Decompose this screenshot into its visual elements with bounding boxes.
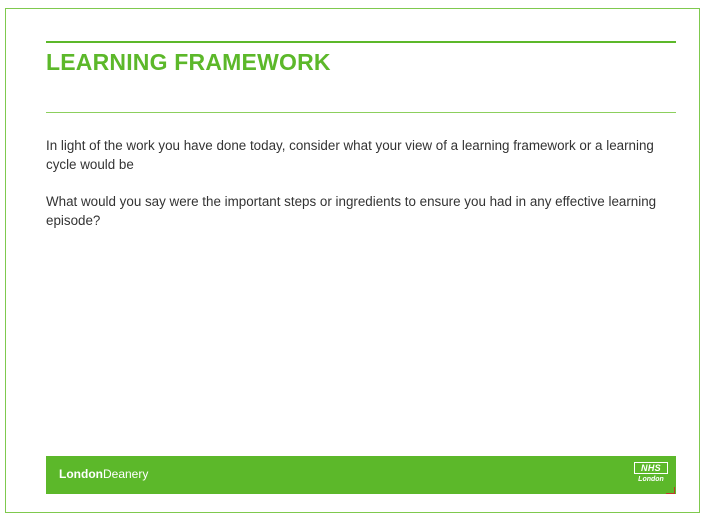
- body-paragraph-1: In light of the work you have done today…: [46, 138, 654, 172]
- nhs-london-logo: NHS London: [634, 462, 668, 485]
- corner-mark: [666, 487, 675, 494]
- top-divider: [46, 41, 676, 43]
- nhs-badge: NHS: [634, 462, 668, 474]
- logo-regular-text: Deanery: [102, 467, 149, 481]
- footer-bar: LondonDeanery NHS London: [46, 456, 676, 494]
- body-paragraph-2: What would you say were the important st…: [46, 194, 657, 228]
- slide-title: LEARNING FRAMEWORK: [46, 49, 331, 75]
- nhs-sub-text: London: [638, 476, 664, 483]
- slide-body: In light of the work you have done today…: [46, 136, 666, 248]
- slide-frame: LEARNING FRAMEWORK In light of the work …: [5, 8, 700, 513]
- title-divider: [46, 112, 676, 113]
- london-deanery-logo: LondonDeanery: [59, 467, 148, 481]
- logo-bold-text: London: [59, 467, 103, 481]
